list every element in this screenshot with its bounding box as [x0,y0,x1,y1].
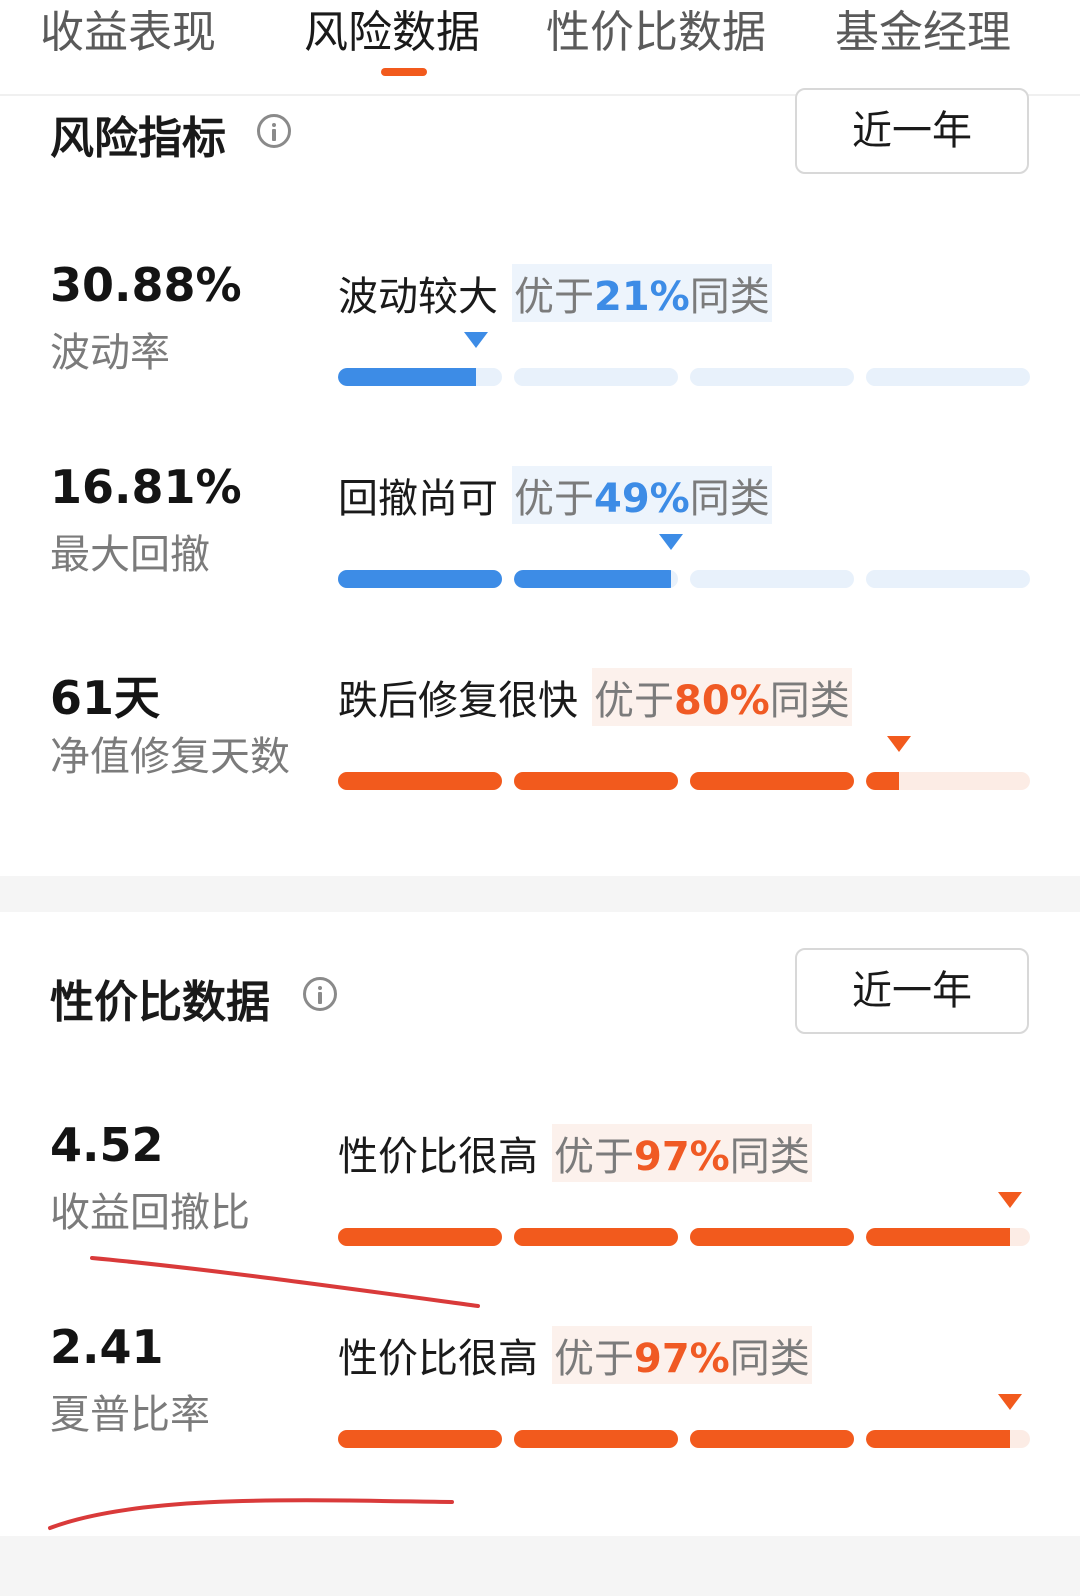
percentile-marker-icon [886,736,911,752]
percentile-bar [338,1430,1030,1448]
metric-volatility: 30.88% 波动率 波动较大 优于21%同类 [0,258,1080,418]
percentile-marker-icon [998,1394,1023,1410]
section-divider [0,1536,1080,1596]
bar-fill [338,772,502,790]
bar-fill [338,1228,502,1246]
metric-assessment: 波动较大 优于21%同类 [338,264,772,322]
bar-fill [338,368,476,386]
assessment-text: 跌后修复很快 [338,678,578,724]
bar-segment [866,1430,1030,1448]
bar-fill [690,772,854,790]
metric-value: 30.88% [50,258,242,312]
percentile-bar [338,772,1030,790]
section-divider [0,876,1080,912]
bar-segment [338,368,502,386]
peer-rank-badge: 优于97%同类 [552,1124,812,1182]
bar-fill [866,772,899,790]
bar-segment [338,1430,502,1448]
metric-label: 收益回撤比 [50,1190,250,1236]
bar-segment [514,368,678,386]
percentile-bar [338,570,1030,588]
bar-fill [866,1430,1011,1448]
bar-segment [866,368,1030,386]
tab-fund-manager[interactable]: 基金经理 [835,0,1011,66]
metric-return-drawdown-ratio: 4.52 收益回撤比 性价比很高 优于97%同类 [0,1118,1080,1278]
bar-fill [514,1430,678,1448]
metric-sharpe-ratio: 2.41 夏普比率 性价比很高 优于97%同类 [0,1320,1080,1480]
assessment-text: 性价比很高 [338,1336,538,1382]
metric-label: 最大回撤 [50,532,210,578]
percentile-bar [338,368,1030,386]
info-icon[interactable] [257,114,291,148]
value-period-selector[interactable]: 近一年 [795,948,1029,1034]
risk-period-selector[interactable]: 近一年 [795,88,1029,174]
metric-assessment: 性价比很高 优于97%同类 [338,1124,812,1182]
bar-segment [514,570,678,588]
percentile-marker-icon [463,332,488,348]
bar-segment [338,772,502,790]
peer-rank-badge: 优于49%同类 [512,466,772,524]
peer-rank-badge: 优于80%同类 [592,668,852,726]
bar-segment [690,570,854,588]
metric-label: 夏普比率 [50,1392,210,1438]
info-icon[interactable] [303,977,337,1011]
value-section-title: 性价比数据 [50,977,270,1028]
tab-value-data[interactable]: 性价比数据 [546,0,766,66]
bar-segment [338,570,502,588]
assessment-text: 性价比很高 [338,1134,538,1180]
value-section: 性价比数据 近一年 4.52 收益回撤比 性价比很高 优于97%同类 2.41 夏… [0,912,1080,1536]
tab-returns[interactable]: 收益表现 [40,0,216,66]
bar-fill [514,772,678,790]
metric-value: 4.52 [50,1118,164,1172]
active-tab-indicator [381,68,427,76]
bar-segment [690,1430,854,1448]
bar-fill [690,1430,854,1448]
bar-fill [338,570,502,588]
bar-segment [866,772,1030,790]
peer-rank-badge: 优于21%同类 [512,264,772,322]
bar-segment [514,1228,678,1246]
metric-label: 波动率 [50,330,170,376]
percentile-marker-icon [659,534,684,550]
bar-segment [338,1228,502,1246]
percentile-bar [338,1228,1030,1246]
peer-rank-badge: 优于97%同类 [552,1326,812,1384]
bar-segment [690,772,854,790]
metric-assessment: 性价比很高 优于97%同类 [338,1326,812,1384]
tab-bar: 收益表现 风险数据 性价比数据 基金经理 [0,0,1080,96]
bar-fill [514,1228,678,1246]
risk-section-title: 风险指标 [50,113,226,164]
metric-recovery-days: 61天 净值修复天数 跌后修复很快 优于80%同类 [0,662,1080,822]
metric-value: 16.81% [50,460,242,514]
bar-segment [690,368,854,386]
bar-fill [866,1228,1011,1246]
bar-fill [690,1228,854,1246]
metric-value: 61天 [50,671,161,725]
metric-assessment: 回撤尚可 优于49%同类 [338,466,772,524]
bar-segment [514,1430,678,1448]
percentile-marker-icon [998,1192,1023,1208]
tab-risk-data[interactable]: 风险数据 [304,0,480,66]
assessment-text: 回撤尚可 [338,476,498,522]
bar-fill [514,570,672,588]
bar-segment [866,570,1030,588]
bar-segment [514,772,678,790]
metric-label: 净值修复天数 [50,734,290,780]
bar-segment [690,1228,854,1246]
metric-assessment: 跌后修复很快 优于80%同类 [338,668,852,726]
metric-max-drawdown: 16.81% 最大回撤 回撤尚可 优于49%同类 [0,460,1080,620]
metric-value: 2.41 [50,1320,164,1374]
bar-fill [338,1430,502,1448]
risk-section: 风险指标 近一年 30.88% 波动率 波动较大 优于21%同类 16.81% 最… [0,88,1080,876]
bar-segment [866,1228,1030,1246]
assessment-text: 波动较大 [338,274,498,320]
